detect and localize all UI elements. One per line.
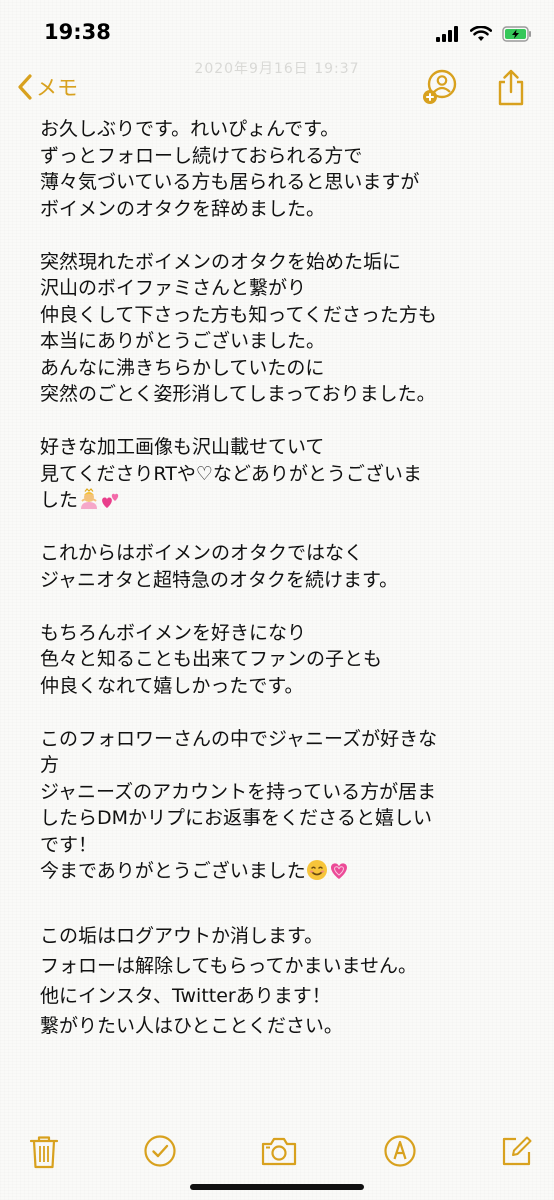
wifi-icon <box>470 26 492 41</box>
note-line: もちろんボイメンを好きになり <box>40 621 307 644</box>
note-line: あんなに沸きちらかしていたのに <box>40 356 325 379</box>
note-line: 他にインスタ、Twitterあります！ <box>40 985 331 1007</box>
bottom-toolbar <box>0 1128 554 1178</box>
note-line: このフォロワーさんの中でジャニーズが好きな <box>40 727 438 750</box>
note-line-with-emoji: した <box>40 487 540 514</box>
two-hearts-emoji-icon <box>102 493 119 508</box>
note-date-ghost: 2020年9月16日 19:37 <box>194 61 360 77</box>
markup-button[interactable] <box>383 1134 417 1172</box>
status-time: 19:38 <box>44 20 111 44</box>
back-chevron-icon <box>18 74 32 100</box>
camera-icon <box>261 1137 297 1166</box>
note-line: ずっとフォローし続けておられる方で <box>40 144 363 167</box>
note-line: したらDMかリプにお返事をくださると嬉しい <box>40 807 433 829</box>
navigation-bar: 2020年9月16日 19:37 メモ <box>0 61 554 114</box>
add-person-icon <box>423 69 457 104</box>
note-line: 好きな加工画像も沢山載せていて <box>40 436 325 458</box>
back-button[interactable]: メモ <box>16 72 78 102</box>
person-bowing-emoji-icon <box>81 488 98 509</box>
note-line: 繋がりたい人はひとことください。 <box>40 1015 343 1037</box>
back-label: メモ <box>36 76 78 100</box>
note-line-text: 今までありがとうございました <box>40 860 306 882</box>
share-icon <box>498 69 524 106</box>
trash-icon <box>29 1136 59 1169</box>
note-line: 本当にありがとうございました。 <box>40 330 326 352</box>
compose-icon <box>502 1136 532 1166</box>
note-line: 薄々気づいている方も居られると思いますが <box>40 171 420 193</box>
delete-button[interactable] <box>28 1134 60 1174</box>
camera-button[interactable] <box>260 1134 298 1172</box>
note-line: 突然のごとく姿形消してしまっておりました。 <box>40 383 436 405</box>
add-people-button[interactable] <box>420 68 460 112</box>
note-line: フォローは解除してもらってかまいません。 <box>40 955 417 977</box>
smiling-face-emoji-icon <box>306 860 327 880</box>
note-line: 突然現れたボイメンのオタクを始めた垢に <box>40 250 402 273</box>
battery-charging-icon <box>502 26 531 42</box>
note-line: です！ <box>40 833 98 856</box>
note-line: 沢山のボイファミさんと繋がり <box>40 277 307 299</box>
home-indicator[interactable] <box>190 1184 364 1190</box>
growing-heart-emoji-icon <box>330 863 347 879</box>
share-button[interactable] <box>494 68 528 112</box>
note-body[interactable]: お久しぶりです。れいぴょんです。 ずっとフォローし続けておられる方で 薄々気づい… <box>40 116 540 1041</box>
note-line: これからはボイメンのオタクではなく <box>40 542 364 564</box>
note-line: ジャニーズのアカウントを持っている方が居ま <box>40 780 437 803</box>
note-tail: この垢はログアウトか消します。 フォローは解除してもらってかまいません。 他にイ… <box>40 921 540 1041</box>
note-line-text: した <box>40 489 79 511</box>
note-line: この垢はログアウトか消します。 <box>40 925 324 947</box>
note-line: 方 <box>40 754 60 776</box>
note-line: ボイメンのオタクを辞めました。 <box>40 197 326 220</box>
checklist-icon <box>144 1135 176 1167</box>
compose-button[interactable] <box>500 1134 534 1172</box>
note-line: 仲良くして下さった方も知ってくださった方も <box>40 303 437 326</box>
note-line: 色々と知ることも出来てファンの子とも <box>40 648 383 670</box>
markup-icon <box>384 1135 416 1167</box>
status-icons <box>436 24 532 44</box>
note-line: お久しぶりです。れいぴょんです。 <box>40 118 340 140</box>
status-bar: 19:38 <box>0 0 554 64</box>
note-line: ジャニオタと超特急のオタクを続けます。 <box>40 568 399 591</box>
note-line-with-emoji: 今までありがとうございました <box>40 858 540 885</box>
note-line: 仲良くなれて嬉しかったです。 <box>40 674 304 697</box>
note-line: 見てくださりRTや♡などありがとうございま <box>40 462 422 485</box>
checklist-button[interactable] <box>143 1134 177 1172</box>
cellular-signal-icon <box>436 26 458 42</box>
